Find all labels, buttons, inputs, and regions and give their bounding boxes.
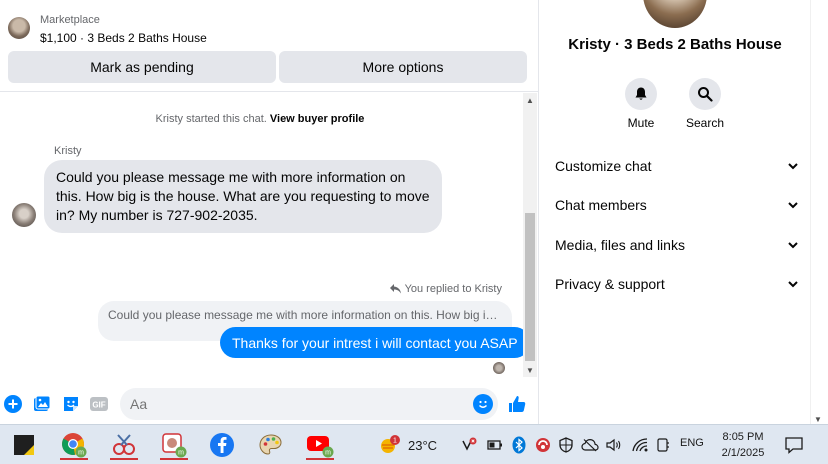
- marketplace-label: Marketplace: [40, 14, 100, 26]
- chat-started-text: Kristy started this chat.: [155, 113, 267, 125]
- section-customize-chat[interactable]: Customize chat: [555, 155, 799, 177]
- svg-text:GIF: GIF: [92, 401, 105, 410]
- paint-icon[interactable]: [253, 429, 289, 461]
- more-options-button[interactable]: More options: [279, 51, 527, 83]
- speaker-icon[interactable]: [605, 435, 623, 455]
- reply-arrow-icon: [389, 284, 401, 294]
- cloud-off-icon[interactable]: [581, 435, 599, 455]
- incoming-message-bubble[interactable]: Could you please message me with more in…: [44, 160, 442, 233]
- chat-info-panel: Kristy · 3 Beds 2 Baths House Mute Searc…: [538, 0, 810, 424]
- battery-icon[interactable]: [486, 435, 504, 455]
- sender-avatar[interactable]: [12, 203, 36, 227]
- weather-widget[interactable]: 1 23°C: [378, 435, 437, 455]
- scroll-thumb[interactable]: [525, 213, 535, 361]
- sender-name: Kristy: [54, 145, 82, 157]
- chevron-down-icon: [788, 281, 798, 288]
- listing-thumbnail[interactable]: [8, 17, 30, 39]
- system-clock[interactable]: 8:05 PM 2/1/2025: [713, 429, 773, 461]
- sticker-icon[interactable]: [61, 394, 81, 414]
- language-indicator[interactable]: ENG: [680, 437, 704, 449]
- facebook-icon[interactable]: [204, 429, 240, 461]
- youtube-icon[interactable]: m: [302, 429, 338, 461]
- notification-center-icon[interactable]: [784, 435, 806, 455]
- mark-pending-button[interactable]: Mark as pending: [8, 51, 276, 83]
- clock-time: 8:05 PM: [722, 431, 764, 443]
- search-action[interactable]: Search: [673, 78, 737, 130]
- svg-text:m: m: [325, 450, 331, 457]
- weather-badge: 1: [393, 438, 397, 445]
- sticky-notes-icon[interactable]: [6, 429, 42, 461]
- panel-title: Kristy · 3 Beds 2 Baths House: [568, 36, 782, 53]
- weather-sun-icon: 1: [381, 435, 400, 453]
- scroll-down-arrow-icon[interactable]: ▼: [814, 415, 822, 424]
- scroll-up-arrow-icon[interactable]: ▲: [523, 93, 537, 107]
- security-app-icon[interactable]: [534, 435, 552, 455]
- shield-icon[interactable]: [557, 435, 575, 455]
- listing-title[interactable]: $1,100 · 3 Beds 2 Baths House: [40, 31, 207, 45]
- marketplace-header: Marketplace $1,100 · 3 Beds 2 Baths Hous…: [0, 0, 538, 92]
- section-media-files-links[interactable]: Media, files and links: [555, 234, 799, 256]
- window-scrollbar[interactable]: ▼: [810, 0, 828, 424]
- app-window: Marketplace $1,100 · 3 Beds 2 Baths Hous…: [0, 0, 828, 464]
- temperature: 23°C: [408, 437, 438, 453]
- section-label: Customize chat: [555, 158, 652, 174]
- chrome-icon[interactable]: m: [56, 429, 92, 461]
- svg-text:m: m: [178, 450, 184, 457]
- replied-label: You replied to Kristy: [404, 283, 502, 295]
- photo-gallery-icon[interactable]: [32, 394, 52, 414]
- active-app-underline: [60, 458, 88, 460]
- add-plus-icon[interactable]: [3, 394, 23, 414]
- reply-indicator: You replied to Kristy: [389, 283, 502, 295]
- wifi-icon[interactable]: [631, 435, 649, 455]
- message-composer: GIF: [0, 384, 538, 424]
- like-thumbs-up-icon[interactable]: [507, 394, 527, 414]
- mute-label: Mute: [627, 116, 655, 130]
- gif-icon[interactable]: GIF: [89, 394, 109, 414]
- chevron-down-icon: [788, 242, 798, 249]
- chevron-down-icon: [788, 202, 798, 209]
- chat-pane: Marketplace $1,100 · 3 Beds 2 Baths Hous…: [0, 0, 538, 424]
- search-label: Search: [685, 116, 725, 130]
- snipping-tool-icon[interactable]: [106, 429, 142, 461]
- active-app-underline: [160, 458, 188, 460]
- seen-indicator-avatar: [493, 362, 505, 374]
- search-icon[interactable]: [689, 78, 721, 110]
- bluetooth-icon[interactable]: [510, 435, 528, 455]
- message-input[interactable]: [120, 388, 498, 420]
- view-buyer-profile-link[interactable]: View buyer profile: [270, 113, 365, 125]
- section-privacy-support[interactable]: Privacy & support: [555, 273, 799, 295]
- panel-avatar[interactable]: [643, 0, 707, 28]
- windows-taskbar: m m m 1 23°C ENG 8:05 PM 2/1/2025: [0, 424, 828, 464]
- chat-scrollbar[interactable]: ▲ ▼: [523, 93, 537, 377]
- mute-action[interactable]: Mute: [609, 78, 673, 130]
- scroll-down-arrow-icon[interactable]: ▼: [523, 363, 537, 377]
- section-chat-members[interactable]: Chat members: [555, 194, 799, 216]
- outgoing-message-bubble[interactable]: Thanks for your intrest i will contact y…: [220, 327, 530, 358]
- network-warning-icon[interactable]: [460, 435, 478, 455]
- chevron-down-icon: [788, 163, 798, 170]
- profile-app-icon[interactable]: m: [156, 429, 192, 461]
- active-app-underline: [110, 458, 138, 460]
- svg-text:m: m: [78, 450, 84, 457]
- phone-link-icon[interactable]: [654, 435, 672, 455]
- emoji-icon[interactable]: [473, 394, 493, 414]
- bell-icon[interactable]: [625, 78, 657, 110]
- section-label: Privacy & support: [555, 276, 665, 292]
- section-label: Chat members: [555, 197, 647, 213]
- clock-date: 2/1/2025: [721, 447, 765, 459]
- section-label: Media, files and links: [555, 237, 685, 253]
- chat-started-notice: Kristy started this chat. View buyer pro…: [0, 113, 520, 125]
- active-app-underline: [306, 458, 334, 460]
